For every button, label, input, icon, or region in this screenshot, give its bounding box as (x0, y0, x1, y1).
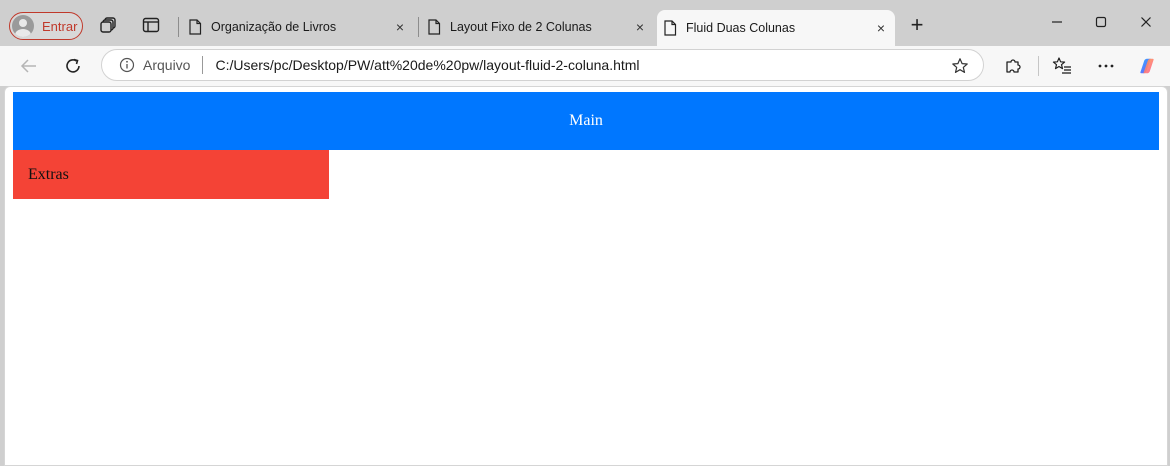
document-icon (664, 20, 677, 36)
info-icon[interactable] (119, 57, 135, 73)
tab-title: Organização de Livros (211, 20, 337, 34)
star-icon[interactable] (951, 57, 969, 75)
tab-actions-icon[interactable] (100, 16, 118, 34)
tab-title: Layout Fixo de 2 Colunas (450, 20, 592, 34)
url-text[interactable]: C:/Users/pc/Desktop/PW/att%20de%20pw/lay… (215, 57, 639, 73)
minimize-icon (1052, 21, 1062, 23)
maximize-icon (1095, 16, 1107, 28)
extensions-button[interactable] (1003, 56, 1023, 76)
tab-close-icon[interactable]: × (632, 19, 648, 35)
document-icon (189, 19, 202, 35)
copilot-icon (1140, 58, 1154, 74)
more-icon (1098, 64, 1114, 68)
browser-toolbar: Arquivo C:/Users/pc/Desktop/PW/att%20de%… (0, 46, 1170, 86)
tab-layout-fixo[interactable]: Layout Fixo de 2 Colunas × (421, 12, 654, 42)
tab-separator (418, 17, 419, 37)
tab-organizacao-de-livros[interactable]: Organização de Livros × (182, 12, 414, 42)
favorites-button[interactable] (1052, 56, 1072, 76)
puzzle-icon (1006, 59, 1021, 73)
window-close-button[interactable] (1136, 12, 1156, 32)
page-viewport: Main Extras (4, 86, 1168, 466)
tab-close-icon[interactable]: × (873, 20, 889, 36)
tab-strip: Entrar Organização de Livros × Layout Fi… (0, 0, 1170, 46)
profile-button[interactable]: Entrar (9, 12, 83, 40)
copilot-button[interactable] (1137, 56, 1157, 76)
profile-label: Entrar (42, 18, 78, 34)
tab-title: Fluid Duas Colunas (686, 21, 796, 35)
maximize-button[interactable] (1091, 12, 1111, 32)
toolbar-separator (1038, 56, 1039, 76)
avatar-icon (12, 15, 34, 37)
back-arrow-icon (20, 59, 36, 73)
new-tab-button[interactable]: + (906, 14, 928, 37)
scheme-label: Arquivo (143, 57, 191, 73)
address-divider (202, 56, 204, 74)
tab-fluid-duas-colunas[interactable]: Fluid Duas Colunas × (657, 10, 895, 46)
more-button[interactable] (1096, 56, 1116, 76)
extras-section: Extras (13, 150, 329, 199)
refresh-button[interactable] (61, 54, 85, 78)
minimize-button[interactable] (1047, 12, 1067, 32)
main-section: Main (13, 92, 1159, 150)
close-icon (1141, 17, 1151, 27)
address-bar[interactable]: Arquivo C:/Users/pc/Desktop/PW/att%20de%… (101, 49, 984, 81)
tab-close-icon[interactable]: × (392, 19, 408, 35)
vertical-tabs-icon[interactable] (142, 16, 160, 34)
tab-separator (178, 17, 179, 37)
back-button[interactable] (17, 54, 41, 78)
refresh-icon (66, 58, 80, 73)
document-icon (428, 19, 441, 35)
favorites-list-icon (1052, 57, 1071, 74)
